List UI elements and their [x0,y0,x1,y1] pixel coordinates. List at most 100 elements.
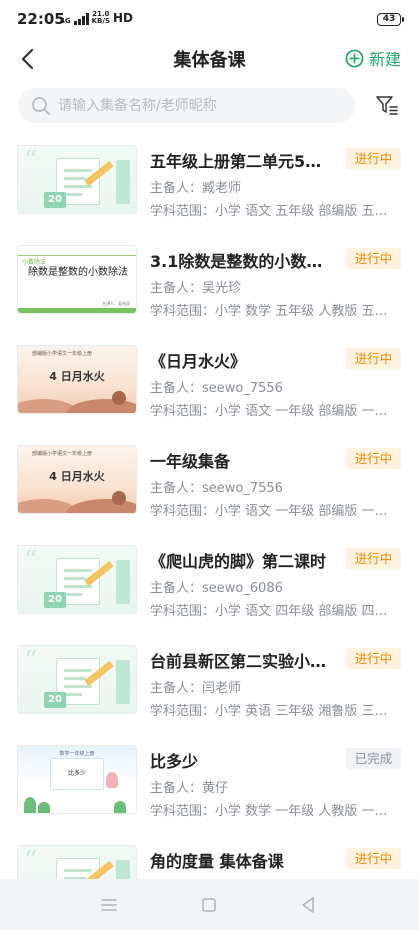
filter-button[interactable] [375,93,399,117]
signal-icon [73,13,89,25]
search-bar [18,88,355,123]
item-owner: 主备人：seewo_6086 [150,581,283,596]
grass-decoration [18,308,136,313]
thumbnail-text: 4 日月水火 [49,470,105,483]
lesson-thumbnail: 部编版小学语文一年级上册 4 日月水火 [18,346,136,413]
status-bar: 22:05 4G 21.0 KB/S HD 43 [0,0,419,40]
new-button-label: 新建 [368,50,401,69]
thumbnail-year: 20 [44,192,66,208]
item-title: 五年级上册第二单元5… [150,152,322,171]
list-item[interactable]: “ 20 五年级上册第二单元5… 进行中 主备人：臧老师 学科范围：小学 语文 … [0,140,419,240]
system-back-button[interactable] [298,895,318,915]
list-item[interactable]: 部编版小学语文一年级上册 4 日月水火 《日月水火》 进行中 主备人：seewo… [0,340,419,440]
status-badge: 进行中 [346,148,401,169]
status-badge: 进行中 [346,248,401,269]
hill-decoration [66,499,136,513]
lesson-thumbnail: “ 20 [18,146,136,213]
item-owner: 主备人：臧老师 [150,181,242,196]
board-icon [116,560,130,604]
thumbnail-header: 部编版小学语文一年级上册 [32,451,93,457]
leaf-decoration [114,801,126,813]
status-badge: 进行中 [346,848,401,869]
lesson-list: “ 20 五年级上册第二单元5… 进行中 主备人：臧老师 学科范围：小学 语文 … [0,140,419,930]
status-badge: 已完成 [346,748,401,769]
net-speed-unit: KB/S [91,17,110,25]
plus-circle-icon [345,49,364,67]
new-button[interactable]: 新建 [345,46,401,70]
status-badge: 进行中 [346,548,401,569]
network-indicator: 4G 21.0 KB/S HD [60,11,133,25]
leaf-decoration [24,797,36,813]
hd-indicator: HD [112,11,133,25]
thumbnail-header-line [18,246,136,256]
item-title: 台前县新区第二实验小… [150,652,327,671]
thumbnail-text: 比多少 [67,770,86,777]
board-icon [116,160,130,204]
item-title: 3.1除数是整数的小数… [150,252,323,271]
status-badge: 进行中 [346,648,401,669]
status-badge: 进行中 [346,348,401,369]
status-time: 22:05 [17,10,65,28]
system-nav-bar [0,879,419,930]
thumbnail-logo: 小数除法 [22,259,47,266]
network-type: 4G [60,17,71,25]
item-scope: 学科范围：小学 数学 一年级 人教版 一… [150,804,388,819]
thumbnail-year: 20 [44,592,66,608]
search-input[interactable] [58,97,348,114]
lesson-thumbnail: 小数除法 除数是整数的小数除法 主讲人：吴光珍 [18,246,136,313]
thumbnail-footer: 主讲人：吴光珍 [102,301,130,306]
thumbnail-card: 比多少 [50,758,104,790]
list-item[interactable]: “ 20 《爬山虎的脚》第二课时 进行中 主备人：seewo_6086 学科范围… [0,540,419,640]
menu-icon [101,899,117,911]
item-scope: 学科范围：小学 语文 一年级 部编版 一… [150,404,388,419]
list-item[interactable]: “ 20 台前县新区第二实验小… 进行中 主备人：闫老师 学科范围：小学 英语 … [0,640,419,740]
thumbnail-header: 部编版小学语文一年级上册 [32,351,93,357]
filter-icon [376,96,398,115]
status-badge: 进行中 [346,448,401,469]
page: 22:05 4G 21.0 KB/S HD 43 集体备课 新建 请输入集备名称… [0,0,419,930]
item-title: 《爬山虎的脚》第二课时 [150,552,327,571]
item-owner: 主备人：吴光珍 [150,281,242,296]
item-owner: 主备人：seewo_7556 [150,381,283,396]
back-icon [302,897,314,913]
battery-icon: 43 [377,13,404,26]
item-title: 《日月水火》 [150,352,247,371]
item-scope: 学科范围：小学 英语 三年级 湘鲁版 三… [150,704,388,719]
list-item[interactable]: 小数除法 除数是整数的小数除法 主讲人：吴光珍 3.1除数是整数的小数… 进行中… [0,240,419,340]
item-owner: 主备人：黄仔 [150,781,229,796]
thumbnail-text: 4 日月水火 [49,370,105,383]
item-title: 一年级集备 [150,452,231,471]
lesson-thumbnail: “ 20 [18,546,136,613]
board-icon [116,660,130,704]
list-item[interactable]: 数学一年级上册 比多少 比多少 已完成 主备人：黄仔 学科范围：小学 数学 一年… [0,740,419,840]
lesson-thumbnail: 数学一年级上册 比多少 [18,746,136,813]
item-scope: 学科范围：小学 语文 五年级 部编版 五… [150,204,388,219]
thumbnail-header: 数学一年级上册 [59,751,95,757]
quote-mark-icon: “ [24,646,38,676]
lesson-thumbnail: 部编版小学语文一年级上册 4 日月水火 [18,446,136,513]
item-scope: 学科范围：小学 数学 五年级 人教版 五… [150,304,388,319]
home-icon [202,898,216,912]
quote-mark-icon: “ [24,846,38,876]
character-illustration [106,772,118,788]
search-icon [32,96,50,115]
list-item[interactable]: 部编版小学语文一年级上册 4 日月水火 一年级集备 进行中 主备人：seewo_… [0,440,419,540]
item-title: 比多少 [150,752,199,771]
leaf-decoration [38,802,50,813]
item-owner: 主备人：闫老师 [150,681,242,696]
tree-decoration [112,391,126,405]
thumbnail-year: 20 [44,692,66,708]
quote-mark-icon: “ [24,546,38,576]
hill-decoration [66,399,136,413]
home-button[interactable] [199,895,219,915]
thumbnail-text: 除数是整数的小数除法 [28,267,128,278]
item-scope: 学科范围：小学 语文 一年级 部编版 一… [150,504,388,519]
lesson-thumbnail: “ 20 [18,646,136,713]
menu-button[interactable] [99,895,119,915]
item-owner: 主备人：seewo_7556 [150,481,283,496]
net-speed: 21.0 KB/S [92,11,110,25]
quote-mark-icon: “ [24,146,38,176]
item-title: 角的度量 集体备课 [150,852,284,871]
nav-bar: 集体备课 新建 [0,40,419,78]
tree-decoration [112,491,126,505]
